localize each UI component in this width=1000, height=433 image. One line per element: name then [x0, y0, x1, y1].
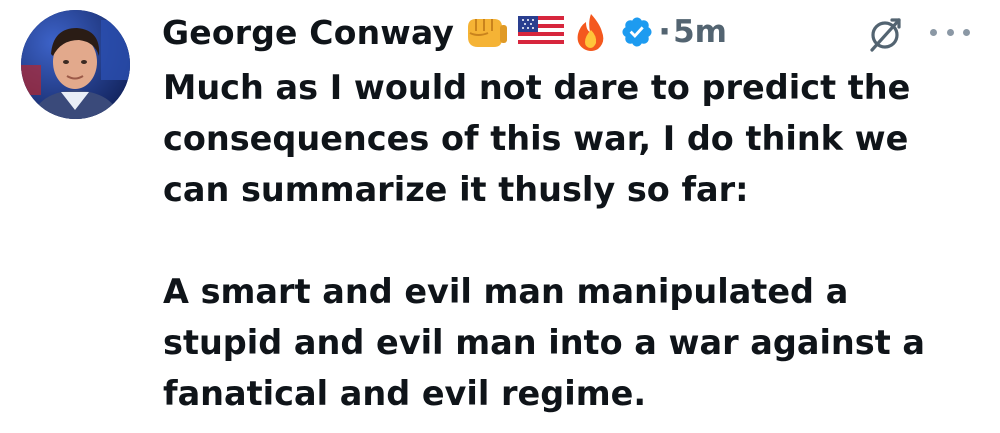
grok-icon[interactable] — [866, 14, 906, 54]
more-dot — [963, 28, 970, 36]
us-flag-emoji — [518, 16, 565, 48]
verified-badge-icon[interactable] — [620, 15, 654, 49]
timestamp[interactable]: 5m — [673, 14, 727, 50]
more-icon[interactable] — [930, 22, 970, 42]
tweet-header: George Conway · 5m — [162, 8, 727, 56]
tweet-paragraph: Much as I would not dare to predict the … — [163, 68, 911, 209]
time-separator: · — [658, 12, 672, 52]
fire-emoji — [574, 12, 608, 52]
more-dot — [930, 28, 937, 36]
author-name[interactable]: George Conway — [162, 13, 454, 52]
tweet-paragraph: A smart and evil man manipulated a stupi… — [163, 272, 925, 413]
tweet-text: Much as I would not dare to predict the … — [163, 62, 983, 419]
more-dot — [946, 28, 954, 36]
oncoming-fist-emoji — [464, 13, 508, 51]
avatar[interactable] — [21, 10, 130, 119]
